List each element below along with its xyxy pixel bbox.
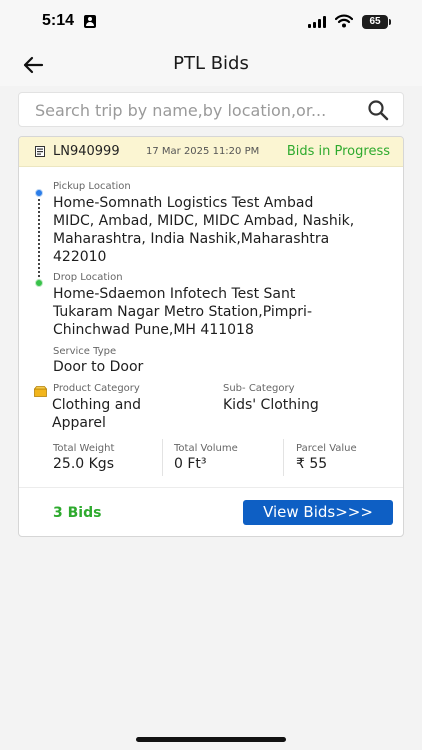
metrics-divider xyxy=(162,439,163,476)
drop-location-label: Drop Location xyxy=(53,272,123,283)
search-icon[interactable] xyxy=(367,99,389,121)
total-weight-label: Total Weight xyxy=(53,443,115,454)
search-box[interactable] xyxy=(18,92,404,127)
status-bar: 5:14 65 xyxy=(0,0,422,44)
pickup-location-address: Home-Somnath Logistics Test Ambad MIDC, … xyxy=(53,195,355,265)
parcel-value-label: Parcel Value xyxy=(296,443,357,454)
signal-icon xyxy=(308,16,328,28)
pickup-location-label: Pickup Location xyxy=(53,181,131,192)
battery-icon: 65 xyxy=(362,15,391,29)
product-category-value: Clothing and Apparel xyxy=(52,397,142,431)
box-icon xyxy=(34,386,47,397)
service-type-label: Service Type xyxy=(53,346,117,357)
parcel-value-value: ₹ 55 xyxy=(296,456,328,472)
metrics-divider xyxy=(283,439,284,476)
search-input[interactable] xyxy=(35,99,345,121)
sub-category-label: Sub- Category xyxy=(223,383,295,394)
document-icon xyxy=(35,146,45,157)
page-title: PTL Bids xyxy=(173,53,249,74)
product-category-label: Product Category xyxy=(53,383,140,394)
home-indicator xyxy=(136,737,286,742)
service-type-value: Door to Door xyxy=(53,359,144,375)
route-line xyxy=(38,199,40,281)
id-card-icon xyxy=(84,15,96,28)
app-header: PTL Bids xyxy=(0,44,422,86)
status-time: 5:14 xyxy=(42,12,75,29)
trip-date: 17 Mar 2025 11:20 PM xyxy=(146,146,260,157)
total-volume-label: Total Volume xyxy=(174,443,238,454)
trip-status: Bids in Progress xyxy=(286,144,390,159)
total-weight-value: 25.0 Kgs xyxy=(53,456,114,472)
pickup-marker-icon xyxy=(35,189,43,197)
sub-category-value: Kids' Clothing xyxy=(223,397,319,413)
bids-count: 3 Bids xyxy=(53,505,102,521)
trip-id: LN940999 xyxy=(53,144,120,159)
trip-card-header: LN940999 17 Mar 2025 11:20 PM Bids in Pr… xyxy=(19,137,403,167)
wifi-icon xyxy=(335,14,353,28)
card-footer-divider xyxy=(19,487,403,488)
drop-location-address: Home-Sdaemon Infotech Test Sant Tukaram … xyxy=(53,286,312,338)
total-volume-value: 0 Ft³ xyxy=(174,456,207,472)
trip-card[interactable]: LN940999 17 Mar 2025 11:20 PM Bids in Pr… xyxy=(18,136,404,537)
view-bids-button[interactable]: View Bids>>> xyxy=(243,500,393,525)
drop-marker-icon xyxy=(35,279,43,287)
